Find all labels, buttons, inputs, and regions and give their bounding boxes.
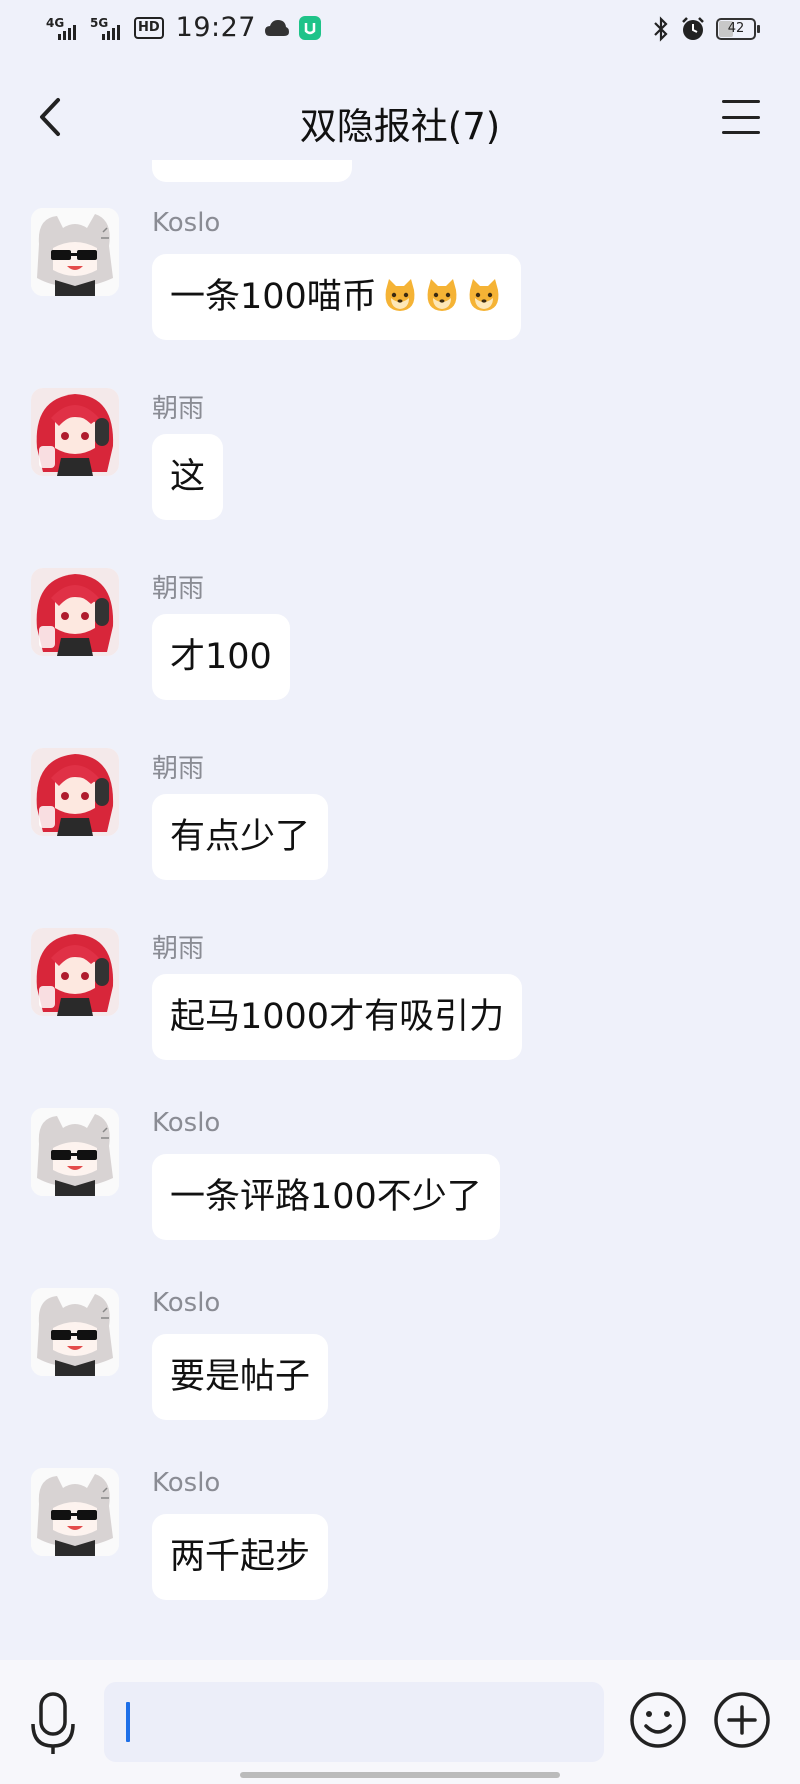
alarm-icon xyxy=(682,17,704,40)
chat-title: 双隐报社(7) xyxy=(299,105,501,148)
message-row: 朝雨有点少了 xyxy=(0,748,800,908)
message-row: 朝雨才100 xyxy=(0,568,800,728)
sender-name[interactable]: 朝雨 xyxy=(152,748,204,785)
message-input[interactable] xyxy=(104,1682,604,1762)
battery-icon: 42 xyxy=(716,18,760,40)
chat-header: 双隐报社(7) xyxy=(0,62,800,172)
more-button[interactable] xyxy=(712,1690,772,1750)
message-row: 朝雨起马1000才有吸引力 xyxy=(0,928,800,1088)
menu-line-icon xyxy=(722,100,760,103)
message-bubble[interactable]: 一条评路100不少了 xyxy=(152,1154,500,1240)
sender-name[interactable]: Koslo xyxy=(152,1288,220,1318)
message-bubble[interactable]: 起马1000才有吸引力 xyxy=(152,974,523,1060)
message-bubble[interactable]: 这 xyxy=(152,434,224,520)
hd-voice-icon: HD xyxy=(134,16,164,39)
avatar[interactable] xyxy=(31,1288,119,1376)
message-text: 这 xyxy=(170,457,206,497)
message-text: 一条评路100不少了 xyxy=(170,1177,482,1217)
message-row: 朝雨这 xyxy=(0,388,800,548)
avatar[interactable] xyxy=(31,1468,119,1556)
avatar[interactable] xyxy=(31,388,119,476)
signal-5g-icon: 5G xyxy=(90,14,126,42)
avatar[interactable] xyxy=(31,568,119,656)
dog-emoji-icon xyxy=(381,260,419,311)
sender-name[interactable]: 朝雨 xyxy=(152,388,204,425)
message-row: Koslo 一条100喵币 xyxy=(0,208,800,368)
message-bubble-partial xyxy=(152,160,352,182)
message-row: Koslo 两千起步 xyxy=(0,1468,800,1628)
message-text: 才100 xyxy=(170,637,272,677)
message-text: 有点少了 xyxy=(170,817,311,857)
message-bubble[interactable]: 一条100喵币 xyxy=(152,254,521,340)
dog-emoji-icon xyxy=(465,260,503,311)
sender-name[interactable]: Koslo xyxy=(152,1468,220,1498)
voice-button[interactable] xyxy=(28,1690,78,1756)
emoji-button[interactable] xyxy=(628,1690,688,1750)
message-bubble[interactable]: 两千起步 xyxy=(152,1514,329,1600)
signal-4g-icon: 4G xyxy=(46,14,82,42)
message-bubble[interactable]: 有点少了 xyxy=(152,794,329,880)
dog-emoji-icon xyxy=(423,260,461,311)
battery-level: 42 xyxy=(727,21,745,36)
home-indicator[interactable] xyxy=(240,1772,560,1778)
app-notification-icon xyxy=(298,15,321,40)
input-bar xyxy=(0,1660,800,1784)
message-text: 一条100喵币 xyxy=(170,277,377,317)
message-bubble[interactable]: 才100 xyxy=(152,614,290,700)
message-bubble[interactable]: 要是帖子 xyxy=(152,1334,329,1420)
avatar[interactable] xyxy=(31,1108,119,1196)
avatar[interactable] xyxy=(31,208,119,296)
message-text: 要是帖子 xyxy=(170,1357,311,1397)
sender-name[interactable]: Koslo xyxy=(152,208,220,238)
menu-line-icon xyxy=(722,115,760,119)
text-cursor xyxy=(126,1702,130,1742)
menu-button[interactable] xyxy=(722,100,760,134)
menu-line-icon xyxy=(722,131,760,134)
bluetooth-icon xyxy=(654,16,668,42)
sender-name[interactable]: 朝雨 xyxy=(152,928,204,965)
sender-name[interactable]: 朝雨 xyxy=(152,568,204,605)
sender-name[interactable]: Koslo xyxy=(152,1108,220,1138)
avatar[interactable] xyxy=(31,928,119,1016)
clock: 19:27 xyxy=(175,12,256,43)
message-text: 起马1000才有吸引力 xyxy=(170,997,505,1037)
cloud-icon xyxy=(264,19,289,36)
message-row: Koslo 一条评路100不少了 xyxy=(0,1108,800,1268)
message-text: 两千起步 xyxy=(170,1537,311,1577)
message-row: Koslo 要是帖子 xyxy=(0,1288,800,1448)
avatar[interactable] xyxy=(31,748,119,836)
status-bar: 4G 5G HD 19:27 42 xyxy=(0,0,800,62)
message-list[interactable]: Koslo 一条100喵币 朝雨这朝雨 才100 朝雨 有点少了 朝雨 起马1000才有吸引力… xyxy=(0,160,800,1660)
